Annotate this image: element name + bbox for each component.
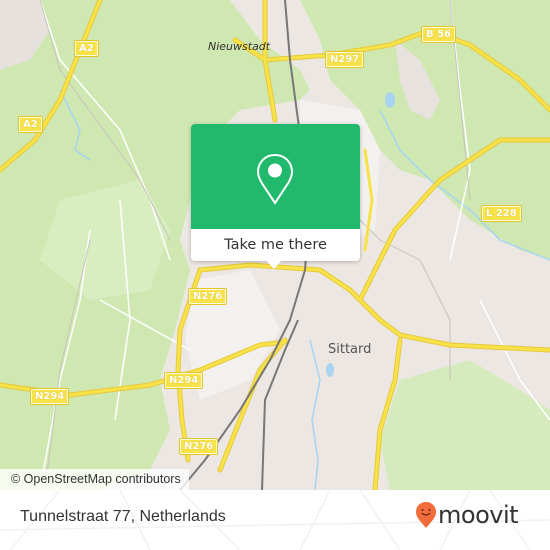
place-label-nieuwstadt: Nieuwstadt <box>208 40 271 53</box>
road-shield-a2: A2 <box>18 116 43 133</box>
map-pin-icon <box>256 153 294 205</box>
moovit-pin-icon <box>416 502 436 528</box>
location-popup: Take me there <box>191 124 360 269</box>
popup-header[interactable] <box>191 124 360 229</box>
road-shield-n294: N294 <box>163 372 204 389</box>
road-shield-n276: N276 <box>178 438 219 455</box>
address-text: Tunnelstraat 77, Netherlands <box>20 508 226 525</box>
moovit-wordmark: moovit <box>438 501 519 529</box>
water <box>385 92 395 108</box>
map-attribution[interactable]: © OpenStreetMap contributors <box>0 469 189 490</box>
road-shield-l228: L 228 <box>481 205 522 222</box>
water <box>326 363 334 377</box>
footer-bar: Tunnelstraat 77, Netherlands moovit <box>0 490 550 550</box>
road-shield-n297: N297 <box>324 51 365 68</box>
road-shield-b56: B 56 <box>420 26 457 43</box>
map-view[interactable]: Nieuwstadt Sittard A2 A2 N297 B 56 L 228… <box>0 0 550 490</box>
place-label-sittard: Sittard <box>328 342 372 357</box>
road-shield-a2: A2 <box>74 40 99 57</box>
popup-pointer <box>266 260 282 269</box>
road-shield-n294: N294 <box>29 388 70 405</box>
moovit-logo[interactable]: moovit <box>415 501 519 529</box>
road-shield-n276: N276 <box>187 288 228 305</box>
take-me-there-button[interactable]: Take me there <box>191 229 360 261</box>
